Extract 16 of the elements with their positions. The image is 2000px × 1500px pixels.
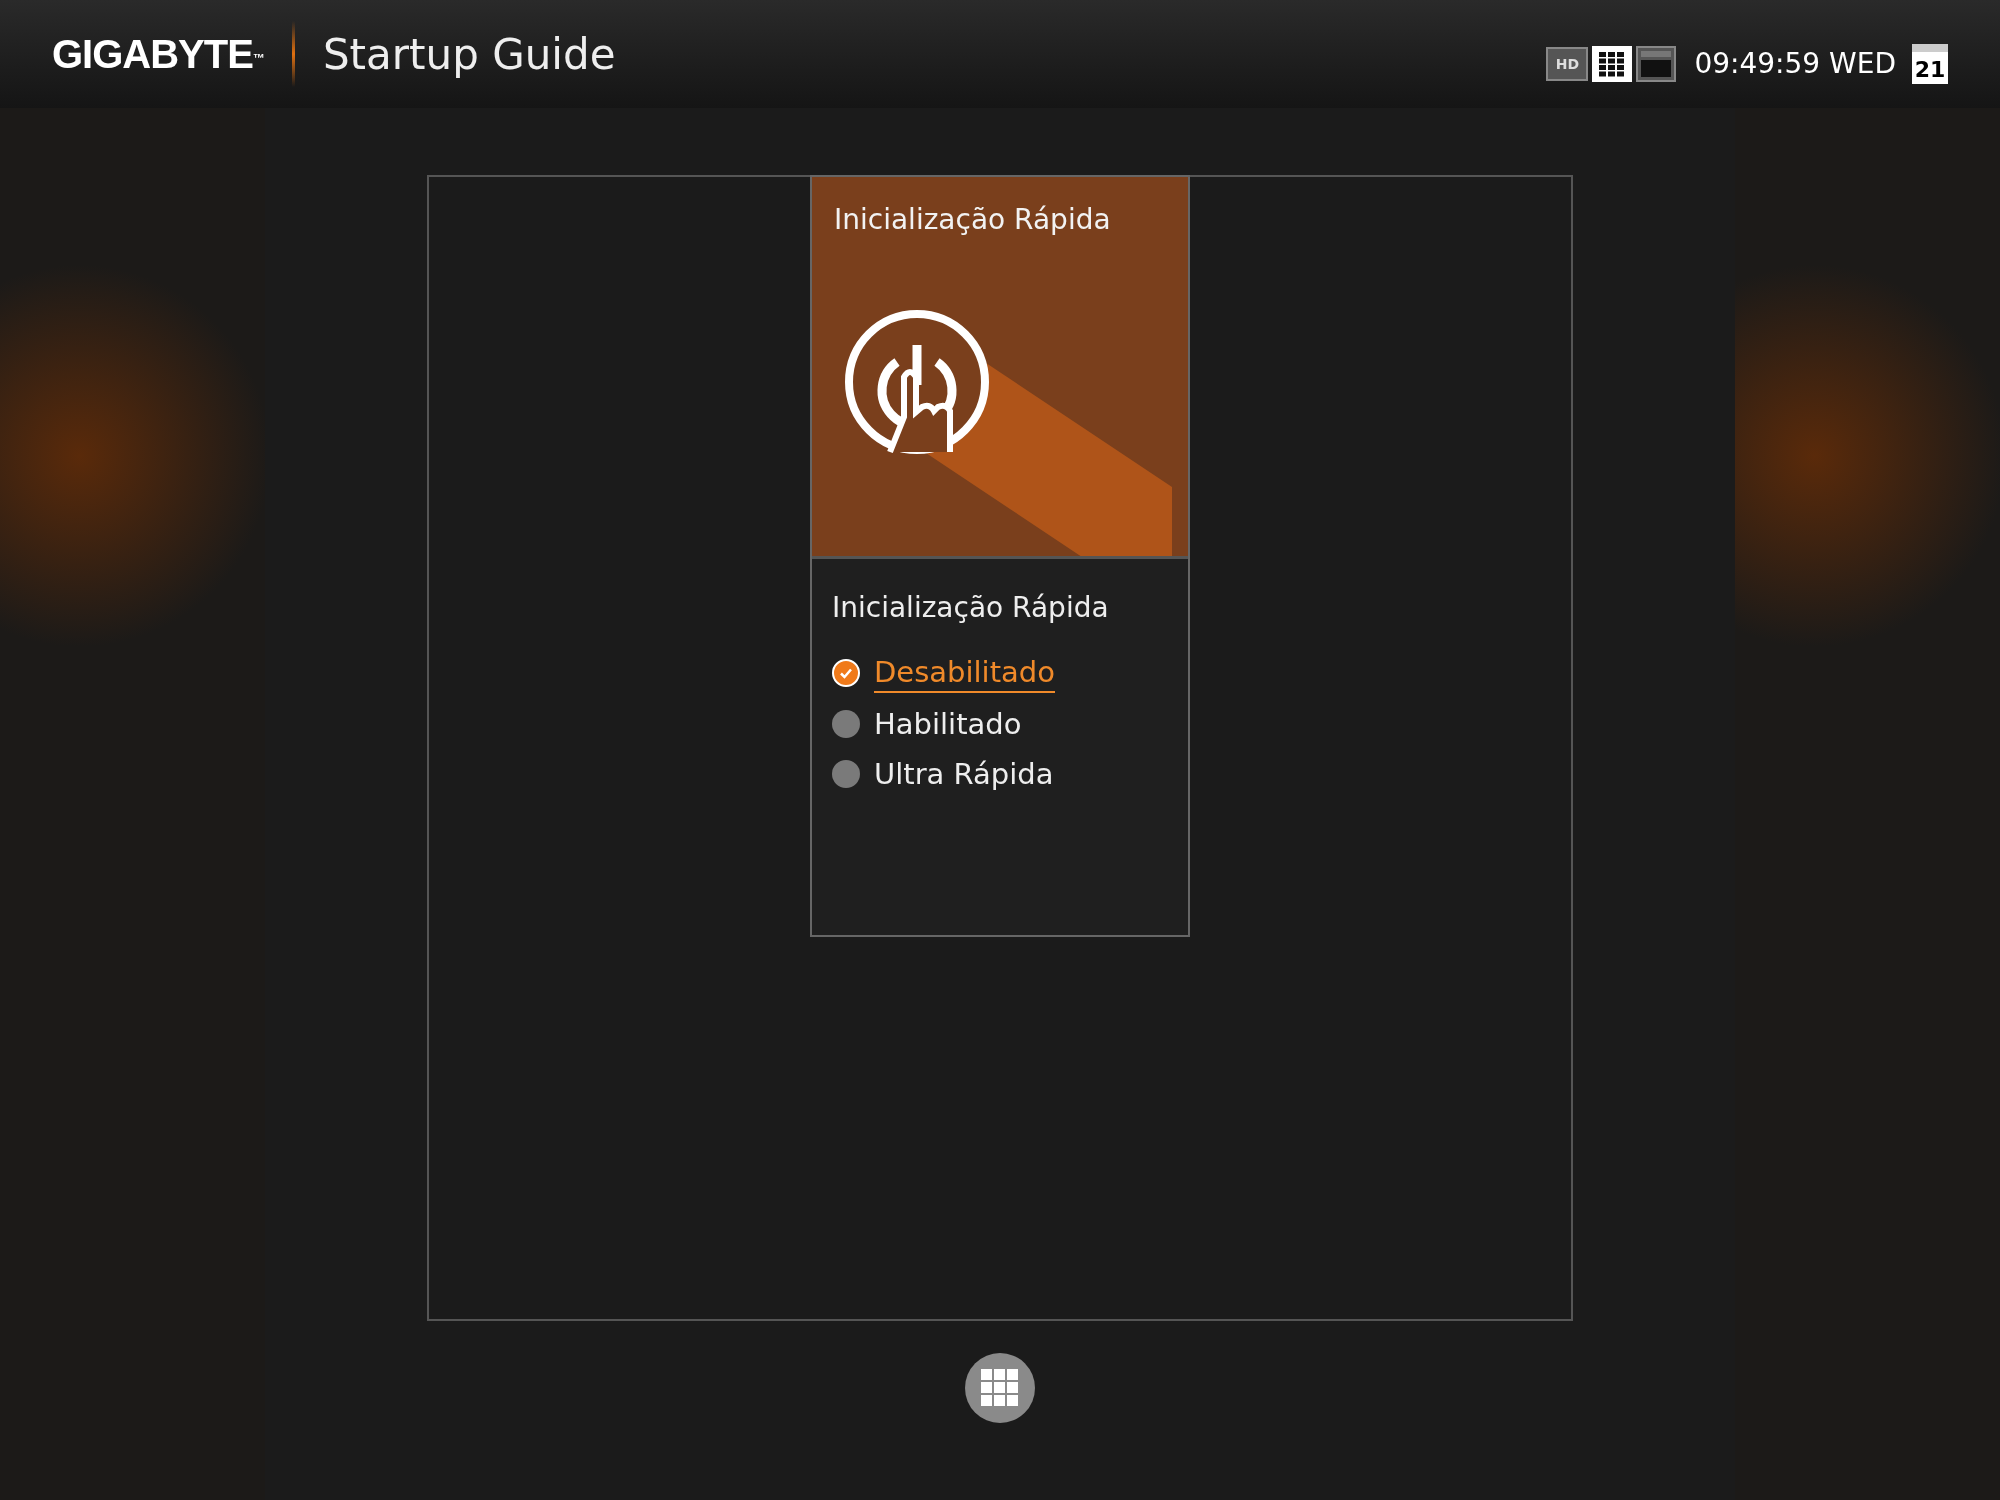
brand-logo: GIGABYTE$^{™}$ xyxy=(52,31,264,78)
hd-view-button[interactable]: HD xyxy=(1546,47,1589,81)
clock-text: 09:49:59 WED xyxy=(1694,46,1896,82)
radio-option[interactable]: Desabilitado xyxy=(832,653,1168,693)
calendar-icon: 21 xyxy=(1912,44,1948,84)
radio-option[interactable]: Ultra Rápida xyxy=(832,755,1168,793)
grid-icon xyxy=(1598,51,1627,77)
app-title: Startup Guide xyxy=(322,28,616,81)
window-icon xyxy=(1641,51,1672,77)
radio-option[interactable]: Habilitado xyxy=(832,705,1168,743)
single-view-button[interactable] xyxy=(1636,46,1677,82)
grid-icon xyxy=(981,1369,1019,1407)
power-touch-icon xyxy=(842,307,1172,556)
tile-title: Inicialização Rápida xyxy=(834,202,1112,238)
grid-view-button[interactable] xyxy=(1592,46,1633,82)
option-heading: Inicialização Rápida xyxy=(832,590,1110,626)
